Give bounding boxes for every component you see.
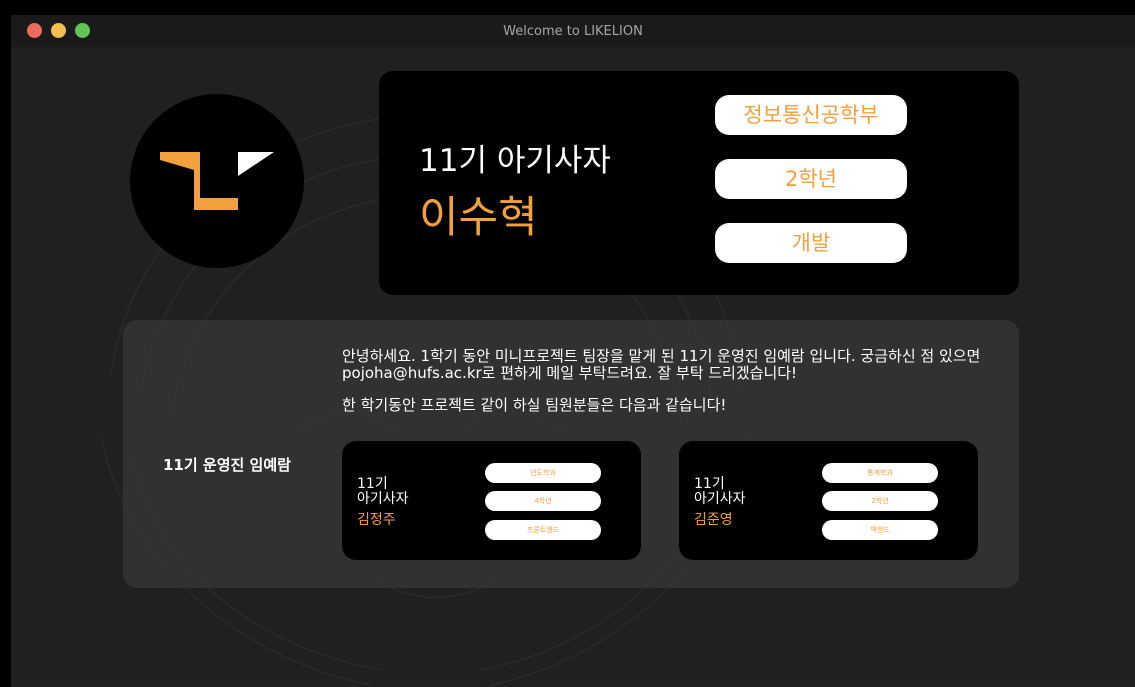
profile-generation: 11기 아기사자 <box>419 143 611 179</box>
member-name: 김준영 <box>694 512 733 528</box>
member-name: 김정주 <box>357 512 396 528</box>
member-role-badge: 백엔드 <box>822 520 938 540</box>
intro-text: 안녕하세요. 1학기 동안 미니프로젝트 팀장을 맡게 된 11기 운영진 임예… <box>342 348 982 414</box>
member-generation-title: 아기사자 <box>357 491 409 507</box>
intro-paragraph: 안녕하세요. 1학기 동안 미니프로젝트 팀장을 맡게 된 11기 운영진 임예… <box>342 347 981 382</box>
department-badge: 정보통신공학부 <box>715 95 907 135</box>
intro-paragraph: 한 학기동안 프로젝트 같이 하실 팀원분들은 다음과 같습니다! <box>342 396 727 414</box>
member-grade-badge: 4학년 <box>485 491 601 511</box>
profile-card: 11기 아기사자 이수혁 정보통신공학부 2학년 개발 <box>379 71 1019 295</box>
title-bar: Welcome to LIKELION <box>11 15 1135 47</box>
member-department-badge: 인도학과 <box>485 463 601 483</box>
member-generation-number: 11기 <box>694 476 725 492</box>
likelion-logo-icon <box>160 152 274 210</box>
member-generation: 11기 아기사자 <box>357 477 409 507</box>
window-title: Welcome to LIKELION <box>503 24 643 39</box>
member-generation: 11기 아기사자 <box>694 477 746 507</box>
member-role-badge: 프론트엔드 <box>485 520 601 540</box>
leader-label: 11기 운영진 임예람 <box>163 456 291 474</box>
profile-name: 이수혁 <box>419 193 538 243</box>
member-department-badge: 통계학과 <box>822 463 938 483</box>
grade-badge: 2학년 <box>715 159 907 199</box>
member-card: 11기 아기사자 김준영 통계학과 2학년 백엔드 <box>679 441 978 560</box>
likelion-logo <box>130 94 304 268</box>
member-grade-badge: 2학년 <box>822 491 938 511</box>
member-generation-number: 11기 <box>357 476 388 492</box>
member-generation-title: 아기사자 <box>694 491 746 507</box>
app-window: Welcome to LIKELION 11기 아기사자 이수혁 정보통신공학부… <box>11 15 1135 687</box>
team-info-panel: 11기 운영진 임예람 안녕하세요. 1학기 동안 미니프로젝트 팀장을 맡게 … <box>123 320 1019 588</box>
member-card: 11기 아기사자 김정주 인도학과 4학년 프론트엔드 <box>342 441 641 560</box>
role-badge: 개발 <box>715 223 907 263</box>
